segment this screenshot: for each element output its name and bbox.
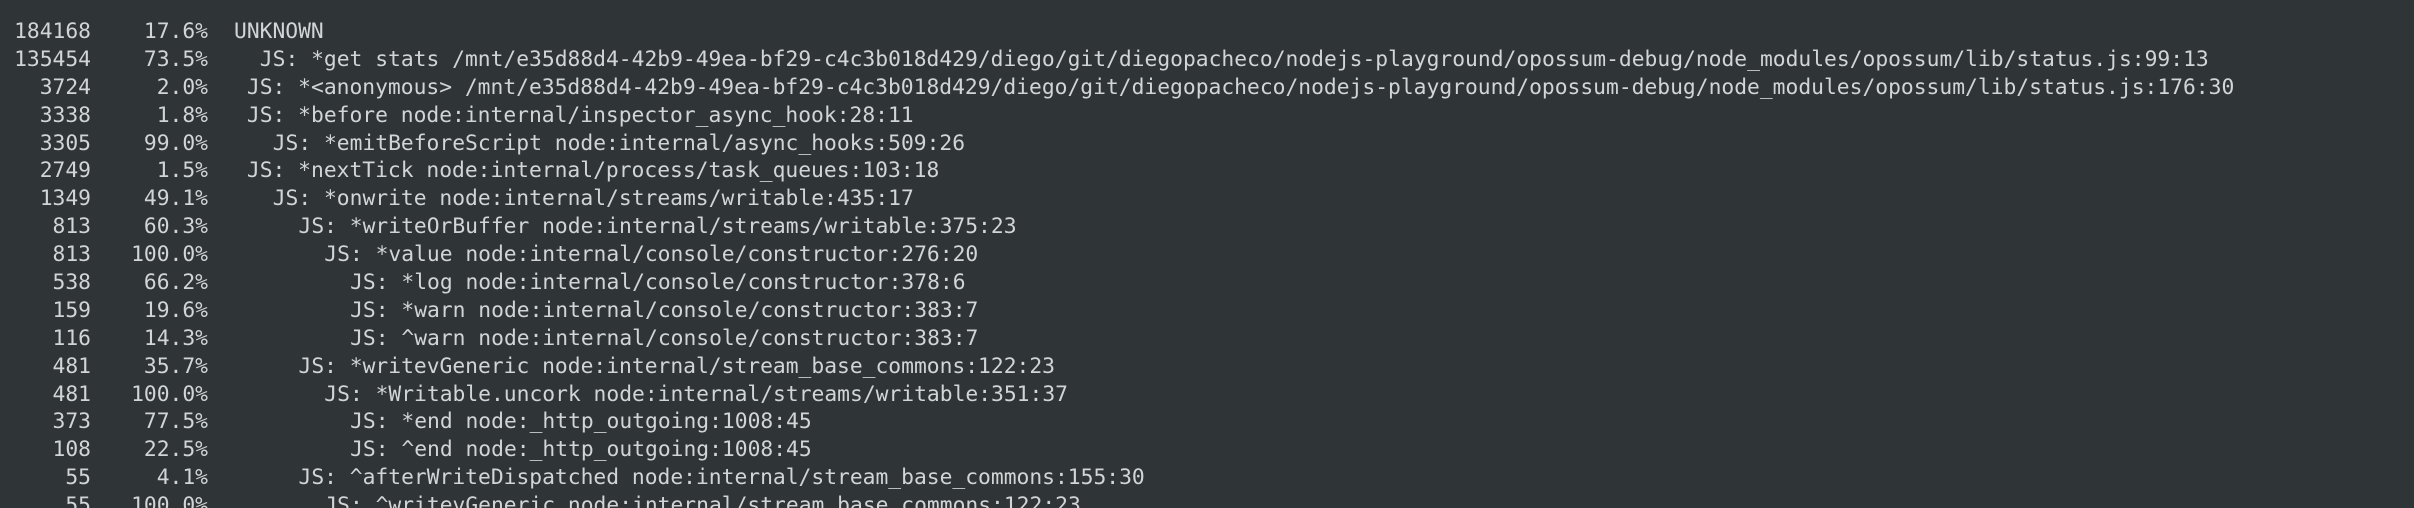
profile-row: 55 100.0% JS: ^writevGeneric node:internal…: [0, 492, 2414, 508]
profile-row: 1349 49.1% JS: *onwrite node:internal/stre…: [0, 185, 2414, 213]
stack-frame: JS: *warn node:internal/console/construc…: [350, 297, 979, 323]
tick-percent: 73.5%: [143, 46, 208, 72]
tick-percent: 77.5%: [143, 409, 208, 435]
profile-row: 481 100.0% JS: *Writable.uncork node:inter…: [0, 381, 2414, 409]
tick-count: 538: [52, 270, 91, 296]
stack-frame: JS: *end node:_http_outgoing:1008:45: [350, 409, 812, 435]
stack-frame: JS: ^end node:_http_outgoing:1008:45: [350, 437, 812, 463]
tick-percent: 1.8%: [156, 102, 208, 128]
tick-count: 2749: [39, 158, 91, 184]
profile-row: 184168 17.6% UNKNOWN: [0, 18, 2414, 46]
tick-count: 116: [52, 325, 91, 351]
stack-frame: JS: ^writevGeneric node:internal/stream_…: [324, 493, 1081, 508]
tick-count: 481: [52, 353, 91, 379]
tick-count: 3305: [39, 130, 91, 156]
stack-frame: UNKNOWN: [234, 19, 324, 44]
tick-count: 184168: [14, 19, 91, 44]
stack-frame: JS: *writevGeneric node:internal/stream_…: [298, 353, 1056, 379]
tick-percent: 49.1%: [143, 186, 208, 212]
stack-frame: JS: *<anonymous> /mnt/e35d88d4-42b9-49ea…: [246, 74, 2235, 100]
profile-row: 3305 99.0% JS: *emitBeforeScript node:inte…: [0, 130, 2414, 158]
tick-count: 3724: [39, 74, 91, 100]
tick-count: 108: [52, 437, 91, 463]
tick-count: 481: [52, 381, 91, 407]
tick-count: 813: [52, 214, 91, 240]
profile-row: 3338 1.8% JS: *before node:internal/inspec…: [0, 102, 2414, 130]
tick-percent: 14.3%: [143, 325, 208, 351]
stack-frame: JS: *log node:internal/console/construct…: [350, 270, 966, 296]
stack-frame: JS: *writeOrBuffer node:internal/streams…: [298, 214, 1017, 240]
profile-row: 135454 73.5% JS: *get stats /mnt/e35d88d4-…: [0, 46, 2414, 74]
stack-frame: JS: ^afterWriteDispatched node:internal/…: [298, 465, 1145, 491]
tick-count: 1349: [39, 186, 91, 212]
tick-percent: 60.3%: [143, 214, 208, 240]
tick-count: 55: [65, 493, 91, 508]
profile-row: 3724 2.0% JS: *<anonymous> /mnt/e35d88d4-4…: [0, 74, 2414, 102]
tick-count: 3338: [39, 102, 91, 128]
stack-frame: JS: *nextTick node:internal/process/task…: [246, 158, 940, 184]
profile-row: 538 66.2% JS: *log node:internal/console/c…: [0, 269, 2414, 297]
profile-row: 481 35.7% JS: *writevGeneric node:internal…: [0, 353, 2414, 381]
profile-row: 116 14.3% JS: ^warn node:internal/console/…: [0, 325, 2414, 353]
stack-frame: JS: *Writable.uncork node:internal/strea…: [324, 381, 1068, 407]
profile-row: 373 77.5% JS: *end node:_http_outgoing:100…: [0, 408, 2414, 436]
tick-percent: 4.1%: [156, 465, 208, 491]
tick-percent: 2.0%: [156, 74, 208, 100]
profile-row: 813 60.3% JS: *writeOrBuffer node:internal…: [0, 213, 2414, 241]
tick-percent: 100.0%: [131, 493, 208, 508]
stack-frame: JS: *value node:internal/console/constru…: [324, 242, 979, 268]
tick-percent: 1.5%: [156, 158, 208, 184]
tick-percent: 99.0%: [143, 130, 208, 156]
stack-frame: JS: *emitBeforeScript node:internal/asyn…: [272, 130, 966, 156]
profile-row: 2749 1.5% JS: *nextTick node:internal/proc…: [0, 157, 2414, 185]
tick-count: 159: [52, 297, 91, 323]
stack-frame: JS: *before node:internal/inspector_asyn…: [246, 102, 914, 128]
tick-percent: 100.0%: [131, 381, 208, 407]
profile-row: 108 22.5% JS: ^end node:_http_outgoing:100…: [0, 436, 2414, 464]
tick-percent: 100.0%: [131, 242, 208, 268]
stack-frame: JS: ^warn node:internal/console/construc…: [350, 325, 979, 351]
tick-count: 813: [52, 242, 91, 268]
tick-percent: 19.6%: [143, 297, 208, 323]
stack-frame: JS: *onwrite node:internal/streams/writa…: [272, 186, 914, 212]
profile-row: 813 100.0% JS: *value node:internal/consol…: [0, 241, 2414, 269]
tick-count: 373: [52, 409, 91, 435]
tick-percent: 35.7%: [143, 353, 208, 379]
profile-row: 55 4.1% JS: ^afterWriteDispatched node:int…: [0, 464, 2414, 492]
tick-percent: 66.2%: [143, 270, 208, 296]
tick-percent: 17.6%: [143, 19, 208, 44]
terminal-output: 184168 17.6% UNKNOWN 135454 73.5% JS: *get st…: [0, 0, 2414, 508]
profile-row: 159 19.6% JS: *warn node:internal/console/…: [0, 297, 2414, 325]
tick-percent: 22.5%: [143, 437, 208, 463]
stack-frame: JS: *get stats /mnt/e35d88d4-42b9-49ea-b…: [259, 46, 2209, 72]
tick-count: 55: [65, 465, 91, 491]
tick-count: 135454: [14, 46, 91, 72]
